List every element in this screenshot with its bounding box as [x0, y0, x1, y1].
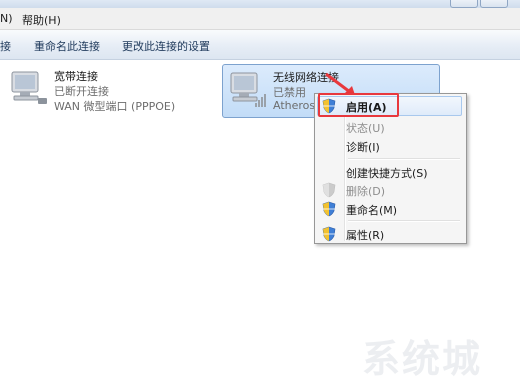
connection-item-broadband[interactable]: 宽带连接 已断开连接 WAN 微型端口 (PPPOE): [8, 68, 208, 116]
menu-item-label: 状态(U): [346, 122, 385, 135]
menu-item-label: 重命名(M): [346, 204, 398, 217]
menu-bar: N) 帮助(H): [0, 8, 520, 30]
connection-device: Atheros: [273, 99, 316, 112]
menu-item-rename[interactable]: 重命名(M): [317, 199, 462, 219]
uac-shield-icon: [322, 226, 336, 242]
connection-name: 宽带连接: [54, 70, 98, 83]
uac-shield-icon: [322, 201, 336, 217]
menu-item-status[interactable]: 状态(U): [317, 117, 462, 137]
change-connection-settings-button[interactable]: 更改此连接的设置: [122, 38, 210, 54]
menu-item-diagnose[interactable]: 诊断(I): [317, 136, 462, 156]
connection-status: 已断开连接: [54, 85, 109, 98]
menu-item-label: 属性(R): [346, 229, 385, 242]
menu-item-delete[interactable]: 删除(D): [317, 180, 462, 200]
menu-item-properties[interactable]: 属性(R): [317, 224, 462, 244]
connection-status: 已禁用: [273, 86, 306, 99]
rename-connection-button[interactable]: 重命名此连接: [34, 38, 100, 54]
menu-separator: [348, 220, 460, 222]
annotation-highlight-box: [318, 93, 399, 117]
menu-item-label: 创建快捷方式(S): [346, 167, 428, 180]
maximize-button[interactable]: [450, 0, 478, 8]
broadband-icon: [11, 71, 47, 104]
menu-item-partial[interactable]: N): [0, 12, 13, 25]
watermark: 系统城: [362, 337, 483, 381]
menu-separator: [348, 158, 460, 160]
command-bar: 接 重命名此连接 更改此连接的设置: [0, 30, 520, 60]
close-button[interactable]: [480, 0, 508, 8]
toolbar-button-partial[interactable]: 接: [0, 38, 11, 54]
window-title-strip: [0, 0, 520, 8]
menu-item-create-shortcut[interactable]: 创建快捷方式(S): [317, 162, 462, 182]
menu-item-help[interactable]: 帮助(H): [22, 12, 61, 28]
uac-shield-icon: [322, 182, 336, 198]
wireless-adapter-icon: [230, 72, 266, 107]
menu-item-label: 诊断(I): [346, 141, 380, 154]
connection-device: WAN 微型端口 (PPPOE): [54, 100, 176, 113]
menu-item-label: 删除(D): [346, 185, 386, 198]
